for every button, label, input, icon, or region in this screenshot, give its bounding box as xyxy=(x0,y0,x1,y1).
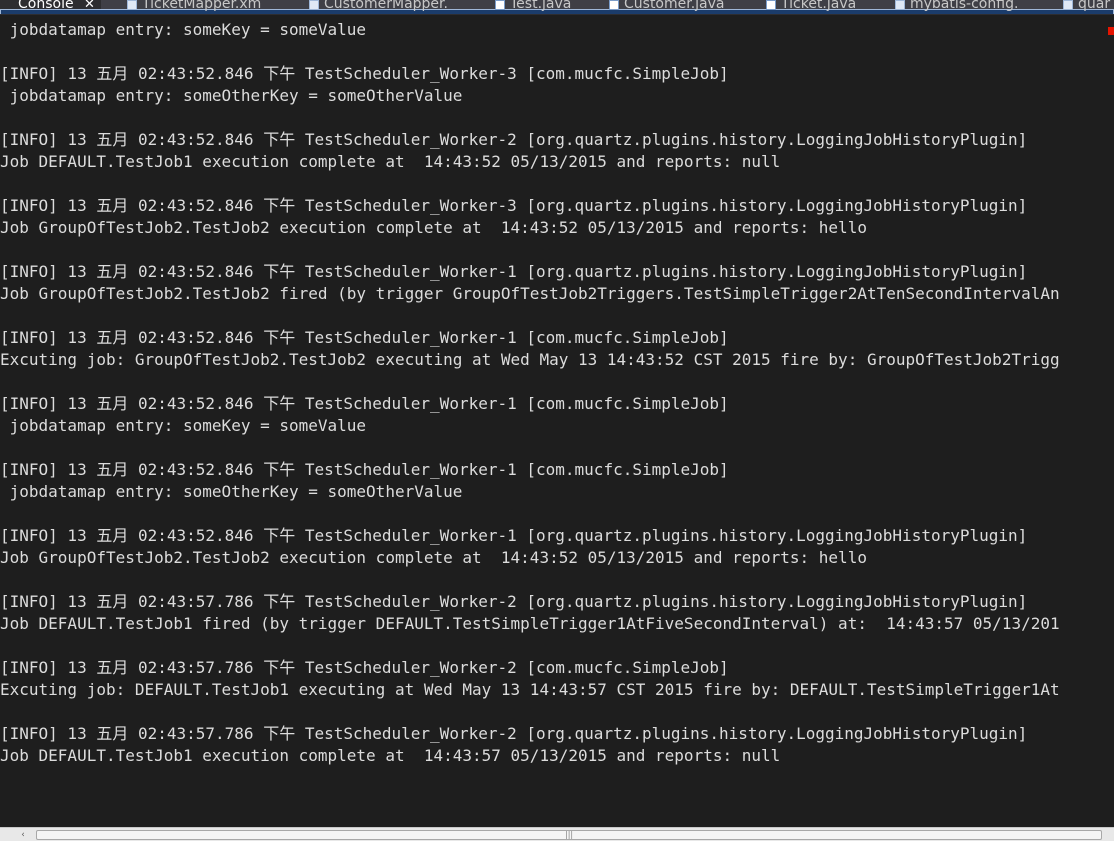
error-marker-icon xyxy=(1108,27,1114,35)
console-line: [INFO] 13 五月 02:43:52.846 下午 TestSchedul… xyxy=(0,328,729,347)
console-line: [INFO] 13 五月 02:43:52.846 下午 TestSchedul… xyxy=(0,262,1028,281)
tab-mybatis-config[interactable]: mybatis-config. xyxy=(892,0,1018,14)
console-line: Excuting job: GroupOfTestJob2.TestJob2 e… xyxy=(0,350,1060,369)
console-line: Job GroupOfTestJob2.TestJob2 execution c… xyxy=(0,218,867,237)
console-line: [INFO] 13 五月 02:43:52.846 下午 TestSchedul… xyxy=(0,196,1028,215)
console-line: Excuting job: DEFAULT.TestJob1 executing… xyxy=(0,680,1060,699)
console-output[interactable]: jobdatamap entry: someKey = someValue [IN… xyxy=(0,15,1114,827)
console-line: [INFO] 13 五月 02:43:52.846 下午 TestSchedul… xyxy=(0,460,729,479)
tab-label: CustomerMapper. xyxy=(324,0,448,12)
scrollbar-thumb[interactable]: ||| xyxy=(36,830,1102,840)
xml-file-icon xyxy=(895,0,905,10)
tab-label: mybatis-config. xyxy=(910,0,1019,12)
java-file-icon xyxy=(609,0,619,10)
tab-customer-java[interactable]: Customer.java xyxy=(606,0,725,14)
console-line: [INFO] 13 五月 02:43:52.846 下午 TestSchedul… xyxy=(0,394,729,413)
console-line: jobdatamap entry: someOtherKey = someOth… xyxy=(0,482,463,501)
console-line: [INFO] 13 五月 02:43:52.846 下午 TestSchedul… xyxy=(0,526,1028,545)
console-line: Job DEFAULT.TestJob1 fired (by trigger D… xyxy=(0,614,1060,633)
java-file-icon xyxy=(495,0,505,10)
tab-ticketmapper-xml[interactable]: TicketMapper.xm xyxy=(124,0,261,14)
console-line: [INFO] 13 五月 02:43:57.786 下午 TestSchedul… xyxy=(0,592,1028,611)
horizontal-scrollbar[interactable]: ‹ ||| xyxy=(0,827,1114,841)
scroll-left-icon[interactable]: ‹ xyxy=(18,830,28,840)
console-log: jobdatamap entry: someKey = someValue [IN… xyxy=(0,19,1114,767)
console-line: [INFO] 13 五月 02:43:57.786 下午 TestSchedul… xyxy=(0,658,729,677)
tab-label: Customer.java xyxy=(624,0,725,12)
tab-customermapper-xml[interactable]: CustomerMapper. xyxy=(306,0,448,14)
grip-icon: ||| xyxy=(565,830,574,839)
tab-quartz[interactable]: quar xyxy=(1060,0,1110,14)
console-line: jobdatamap entry: someKey = someValue xyxy=(0,416,367,435)
console-line: Job DEFAULT.TestJob1 execution complete … xyxy=(0,152,781,171)
console-line: Job GroupOfTestJob2.TestJob2 execution c… xyxy=(0,548,867,567)
console-line: jobdatamap entry: someKey = someValue xyxy=(0,20,367,39)
tab-label: quar xyxy=(1078,0,1111,12)
xml-file-icon xyxy=(309,0,319,10)
xml-file-icon xyxy=(127,0,137,10)
console-line: Job DEFAULT.TestJob1 execution complete … xyxy=(0,746,781,765)
tab-ticket-java[interactable]: Ticket.java xyxy=(763,0,856,14)
tab-label: Ticket.java xyxy=(781,0,857,12)
console-line: Job GroupOfTestJob2.TestJob2 fired (by t… xyxy=(0,284,1060,303)
tab-console[interactable]: Console ✕ xyxy=(0,0,1114,14)
console-line: [INFO] 13 五月 02:43:52.846 下午 TestSchedul… xyxy=(0,64,729,83)
tab-label: Test.java xyxy=(510,0,572,12)
editor-tab-bar: Console ✕ TicketMapper.xm CustomerMapper… xyxy=(0,0,1114,15)
console-line: [INFO] 13 五月 02:43:57.786 下午 TestSchedul… xyxy=(0,724,1028,743)
tab-test-java[interactable]: Test.java xyxy=(492,0,571,14)
java-file-icon xyxy=(766,0,776,10)
tab-label: TicketMapper.xm xyxy=(142,0,262,12)
xml-file-icon xyxy=(1063,0,1073,10)
vertical-scrollbar[interactable] xyxy=(1100,15,1114,827)
console-line: jobdatamap entry: someOtherKey = someOth… xyxy=(0,86,463,105)
console-line: [INFO] 13 五月 02:43:52.846 下午 TestSchedul… xyxy=(0,130,1028,149)
